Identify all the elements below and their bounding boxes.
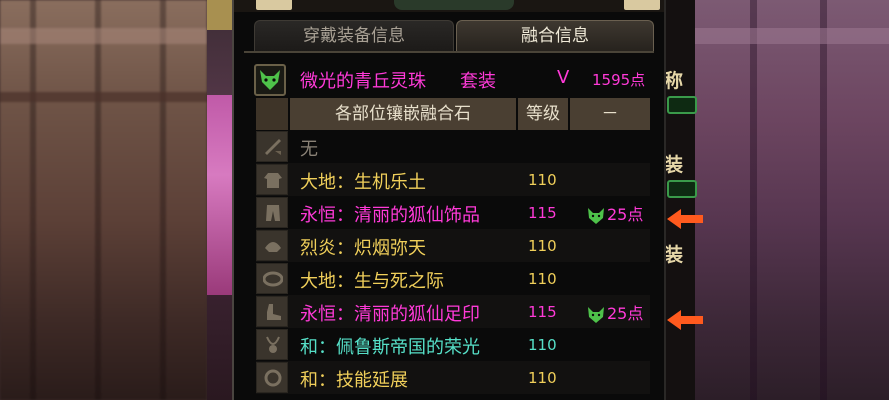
arrow-left-icon	[667, 209, 703, 229]
fox-set-icon	[254, 64, 286, 96]
bonus-points: 25点	[586, 300, 643, 324]
side-label-3: 装	[664, 244, 684, 266]
fusion-stone-name: 大地：生与死之际	[300, 271, 444, 292]
pants-icon	[256, 197, 288, 228]
fusion-stone-name: 永恒：清丽的狐仙饰品	[300, 205, 480, 226]
header-slot	[256, 98, 288, 130]
shoes-icon	[256, 296, 288, 327]
side-toggle-1[interactable]	[667, 96, 697, 114]
table-row[interactable]: 和：佩鲁斯帝国的荣光 110	[256, 328, 650, 361]
weapon-icon	[256, 131, 288, 162]
shoulder-icon	[256, 230, 288, 261]
fusion-stone-level: 110	[528, 369, 557, 387]
fusion-stone-name: 烈炎：炽烟弥天	[300, 238, 426, 259]
fusion-stone-name: 无	[300, 139, 318, 160]
table-row[interactable]: 永恒：清丽的狐仙足印 115 25点	[256, 295, 650, 328]
fox-icon	[588, 207, 604, 224]
coat-icon	[256, 164, 288, 195]
fusion-stone-level: 115	[528, 303, 557, 321]
tab-divider	[244, 51, 654, 53]
fusion-stone-level: 110	[528, 171, 557, 189]
set-points: 1595点	[592, 71, 646, 89]
tab-equipped-info[interactable]: 穿戴装备信息	[254, 20, 454, 52]
bonus-points: 25点	[586, 201, 643, 225]
tab-fusion-info[interactable]: 融合信息	[456, 20, 654, 52]
set-summary-row: 微光的青丘灵珠 套装 V 1595点	[252, 62, 654, 98]
window-top-border	[234, 0, 664, 12]
fusion-stone-name: 和：技能延展	[300, 370, 408, 391]
fusion-stone-level: 110	[528, 237, 557, 255]
background-right-blur	[695, 0, 889, 400]
table-row[interactable]: 大地：生与死之际 110	[256, 262, 650, 295]
fusion-info-window: 穿戴装备信息 融合信息 微光的青丘灵珠 套装 V 1595点 各部位镶嵌融合石 …	[232, 0, 666, 400]
necklace-icon	[256, 329, 288, 360]
arrow-left-icon	[667, 310, 703, 330]
header-level: 等级	[518, 98, 568, 130]
fusion-stone-level: 110	[528, 336, 557, 354]
side-label-1: 称	[664, 70, 684, 92]
belt-icon	[256, 263, 288, 294]
header-extra: －	[570, 98, 650, 130]
table-row[interactable]: 烈炎：炽烟弥天 110	[256, 229, 650, 262]
header-fusion-stone: 各部位镶嵌融合石	[290, 98, 516, 130]
background-left-blur	[0, 0, 207, 400]
fusion-stone-name: 永恒：清丽的狐仙足印	[300, 304, 480, 325]
table-row[interactable]: 和：技能延展 110	[256, 361, 650, 394]
table-row[interactable]: 大地：生机乐土 110	[256, 163, 650, 196]
set-grade: V	[557, 67, 570, 88]
fusion-stone-name: 和：佩鲁斯帝国的荣光	[300, 337, 480, 358]
table-row[interactable]: 永恒：清丽的狐仙饰品 115 25点	[256, 196, 650, 229]
side-label-2: 装	[664, 154, 684, 176]
set-suffix: 套装	[460, 71, 496, 92]
fusion-stone-level: 110	[528, 270, 557, 288]
bonus-points-text: 25点	[607, 205, 644, 224]
side-toggle-2[interactable]	[667, 180, 697, 198]
fox-icon	[588, 306, 604, 323]
table-row[interactable]: 无	[256, 130, 650, 163]
set-name: 微光的青丘灵珠	[300, 71, 426, 92]
fusion-stone-level: 115	[528, 204, 557, 222]
fusion-stone-name: 大地：生机乐土	[300, 172, 426, 193]
bracelet-icon	[256, 362, 288, 393]
bonus-points-text: 25点	[607, 304, 644, 323]
